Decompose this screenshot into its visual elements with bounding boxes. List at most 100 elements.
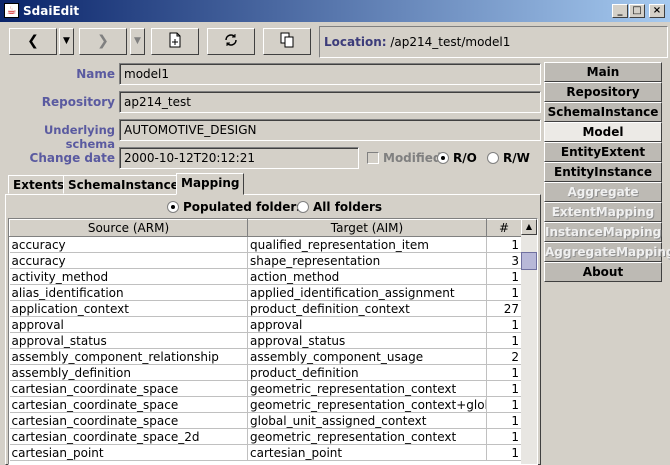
- source-arm-header[interactable]: Source (ARM): [9, 219, 248, 237]
- source-cell: activity_method: [9, 268, 248, 285]
- table-row[interactable]: application_context product_definition_co…: [9, 300, 522, 317]
- mapping-table: Source (ARM) Target (AIM) # accuracy qual…: [8, 218, 538, 465]
- refresh-button[interactable]: [207, 28, 255, 55]
- nav-extentmapping[interactable]: ExtentMapping: [544, 202, 662, 222]
- change-date-field[interactable]: 2000-10-12T20:12:21: [119, 147, 359, 169]
- readonly-radio[interactable]: R/O: [437, 151, 477, 165]
- nav-aggregate[interactable]: Aggregate: [544, 182, 662, 202]
- count-cell: 2: [486, 348, 522, 365]
- count-cell: 1: [486, 396, 522, 413]
- table-row[interactable]: accuracy shape_representation 3: [9, 252, 522, 269]
- source-cell: approval_status: [9, 332, 248, 349]
- target-cell: cartesian_point: [247, 444, 487, 461]
- table-header-row: Source (ARM) Target (AIM) #: [9, 219, 522, 237]
- target-cell: geometric_representation_context+globa..…: [247, 396, 487, 413]
- repository-field[interactable]: ap214_test: [119, 91, 541, 113]
- target-cell: approval_status: [247, 332, 487, 349]
- radio-unselected-icon: [297, 201, 309, 213]
- table-row[interactable]: cartesian_coordinate_space_2d geometric_r…: [9, 428, 522, 445]
- source-cell: cartesian_coordinate_space: [9, 380, 248, 397]
- table-row[interactable]: cartesian_point cartesian_point 1: [9, 444, 522, 461]
- nav-aggregatemapping[interactable]: AggregateMapping: [544, 242, 670, 262]
- table-row[interactable]: assembly_definition product_definition 1: [9, 364, 522, 381]
- count-cell: 1: [486, 380, 522, 397]
- source-cell: assembly_component_relationship: [9, 348, 248, 365]
- location-display: Location: /ap214_test/model1: [319, 26, 668, 58]
- modified-checkbox[interactable]: Modified: [367, 151, 442, 165]
- count-cell: 1: [486, 412, 522, 429]
- target-cell: geometric_representation_context: [247, 380, 487, 397]
- count-cell: 27: [486, 300, 522, 317]
- target-cell: product_definition_context: [247, 300, 487, 317]
- name-field[interactable]: model1: [119, 63, 541, 85]
- nav-about[interactable]: About: [544, 262, 662, 282]
- count-cell: 1: [486, 444, 522, 461]
- target-cell: global_unit_assigned_context: [247, 412, 487, 429]
- underlying-schema-field[interactable]: AUTOMOTIVE_DESIGN: [119, 119, 541, 141]
- target-cell: geometric_representation_context: [247, 428, 487, 445]
- table-row[interactable]: cartesian_coordinate_space global_unit_as…: [9, 412, 522, 429]
- source-cell: application_context: [9, 300, 248, 317]
- back-history-dropdown[interactable]: ▼: [59, 28, 74, 55]
- count-cell: 1: [486, 364, 522, 381]
- nav-entityinstance[interactable]: EntityInstance: [544, 162, 662, 182]
- populated-folders-radio[interactable]: Populated folders: [167, 200, 303, 214]
- table-row[interactable]: assembly_component_relationship assembly_…: [9, 348, 522, 365]
- tab-schemainstances[interactable]: SchemaInstances: [63, 175, 191, 194]
- forward-history-dropdown[interactable]: ▼: [130, 28, 145, 55]
- new-document-button[interactable]: [151, 28, 199, 55]
- sdaiedit-window: ☕ SdaiEdit _ □ × ❮ ▼ ❯ ▼ Location: /ap21…: [0, 0, 670, 465]
- target-cell: qualified_representation_item: [247, 236, 487, 253]
- source-cell: alias_identification: [9, 284, 248, 301]
- tab-extents[interactable]: Extents: [8, 175, 70, 194]
- toolbar: ❮ ▼ ❯ ▼ Location: /ap214_test/model1: [0, 24, 670, 60]
- copy-button[interactable]: [263, 28, 311, 55]
- table-row[interactable]: approval approval 1: [9, 316, 522, 333]
- location-label: Location:: [324, 35, 387, 49]
- back-button[interactable]: ❮: [9, 28, 57, 55]
- source-cell: assembly_definition: [9, 364, 248, 381]
- scroll-thumb[interactable]: [521, 252, 537, 270]
- radio-unselected-icon: [487, 152, 499, 164]
- count-cell: 3: [486, 252, 522, 269]
- table-row[interactable]: approval_status approval_status 1: [9, 332, 522, 349]
- table-row[interactable]: activity_method action_method 1: [9, 268, 522, 285]
- change-date-label: Change date: [29, 151, 115, 165]
- name-label: Name: [76, 67, 115, 81]
- target-cell: approval: [247, 316, 487, 333]
- forward-button[interactable]: ❯: [79, 28, 127, 55]
- nav-instancemapping[interactable]: InstanceMapping: [544, 222, 662, 242]
- vertical-scrollbar[interactable]: ▲: [521, 219, 537, 464]
- radio-selected-icon: [437, 152, 449, 164]
- nav-schemainstance[interactable]: SchemaInstance: [544, 102, 662, 122]
- copy-icon: [280, 32, 294, 48]
- table-row[interactable]: alias_identification applied_identificati…: [9, 284, 522, 301]
- refresh-icon: [225, 34, 237, 46]
- readwrite-radio[interactable]: R/W: [487, 151, 530, 165]
- target-cell: applied_identification_assignment: [247, 284, 487, 301]
- maximize-button[interactable]: □: [629, 4, 645, 18]
- target-cell: product_definition: [247, 364, 487, 381]
- all-folders-radio[interactable]: All folders: [297, 200, 382, 214]
- nav-repository[interactable]: Repository: [544, 82, 662, 102]
- populated-folders-label: Populated folders: [183, 200, 304, 214]
- repository-label: Repository: [41, 95, 115, 109]
- scroll-up-button[interactable]: ▲: [521, 219, 537, 235]
- source-cell: cartesian_coordinate_space_2d: [9, 428, 248, 445]
- nav-model[interactable]: Model: [544, 122, 662, 142]
- table-row[interactable]: accuracy qualified_representation_item 1: [9, 236, 522, 253]
- nav-entityextent[interactable]: EntityExtent: [544, 142, 662, 162]
- source-cell: approval: [9, 316, 248, 333]
- table-row[interactable]: cartesian_coordinate_space geometric_repr…: [9, 396, 522, 413]
- tab-mapping[interactable]: Mapping: [176, 173, 245, 195]
- close-button[interactable]: ×: [649, 4, 665, 18]
- count-header[interactable]: #: [486, 219, 522, 237]
- source-cell: cartesian_point: [9, 444, 248, 461]
- nav-main[interactable]: Main: [544, 62, 662, 82]
- rw-label: R/W: [503, 151, 530, 165]
- table-row[interactable]: cartesian_coordinate_space geometric_repr…: [9, 380, 522, 397]
- minimize-button[interactable]: _: [612, 4, 628, 18]
- modified-label: Modified: [383, 151, 442, 165]
- ro-label: R/O: [453, 151, 477, 165]
- target-aim-header[interactable]: Target (AIM): [247, 219, 487, 237]
